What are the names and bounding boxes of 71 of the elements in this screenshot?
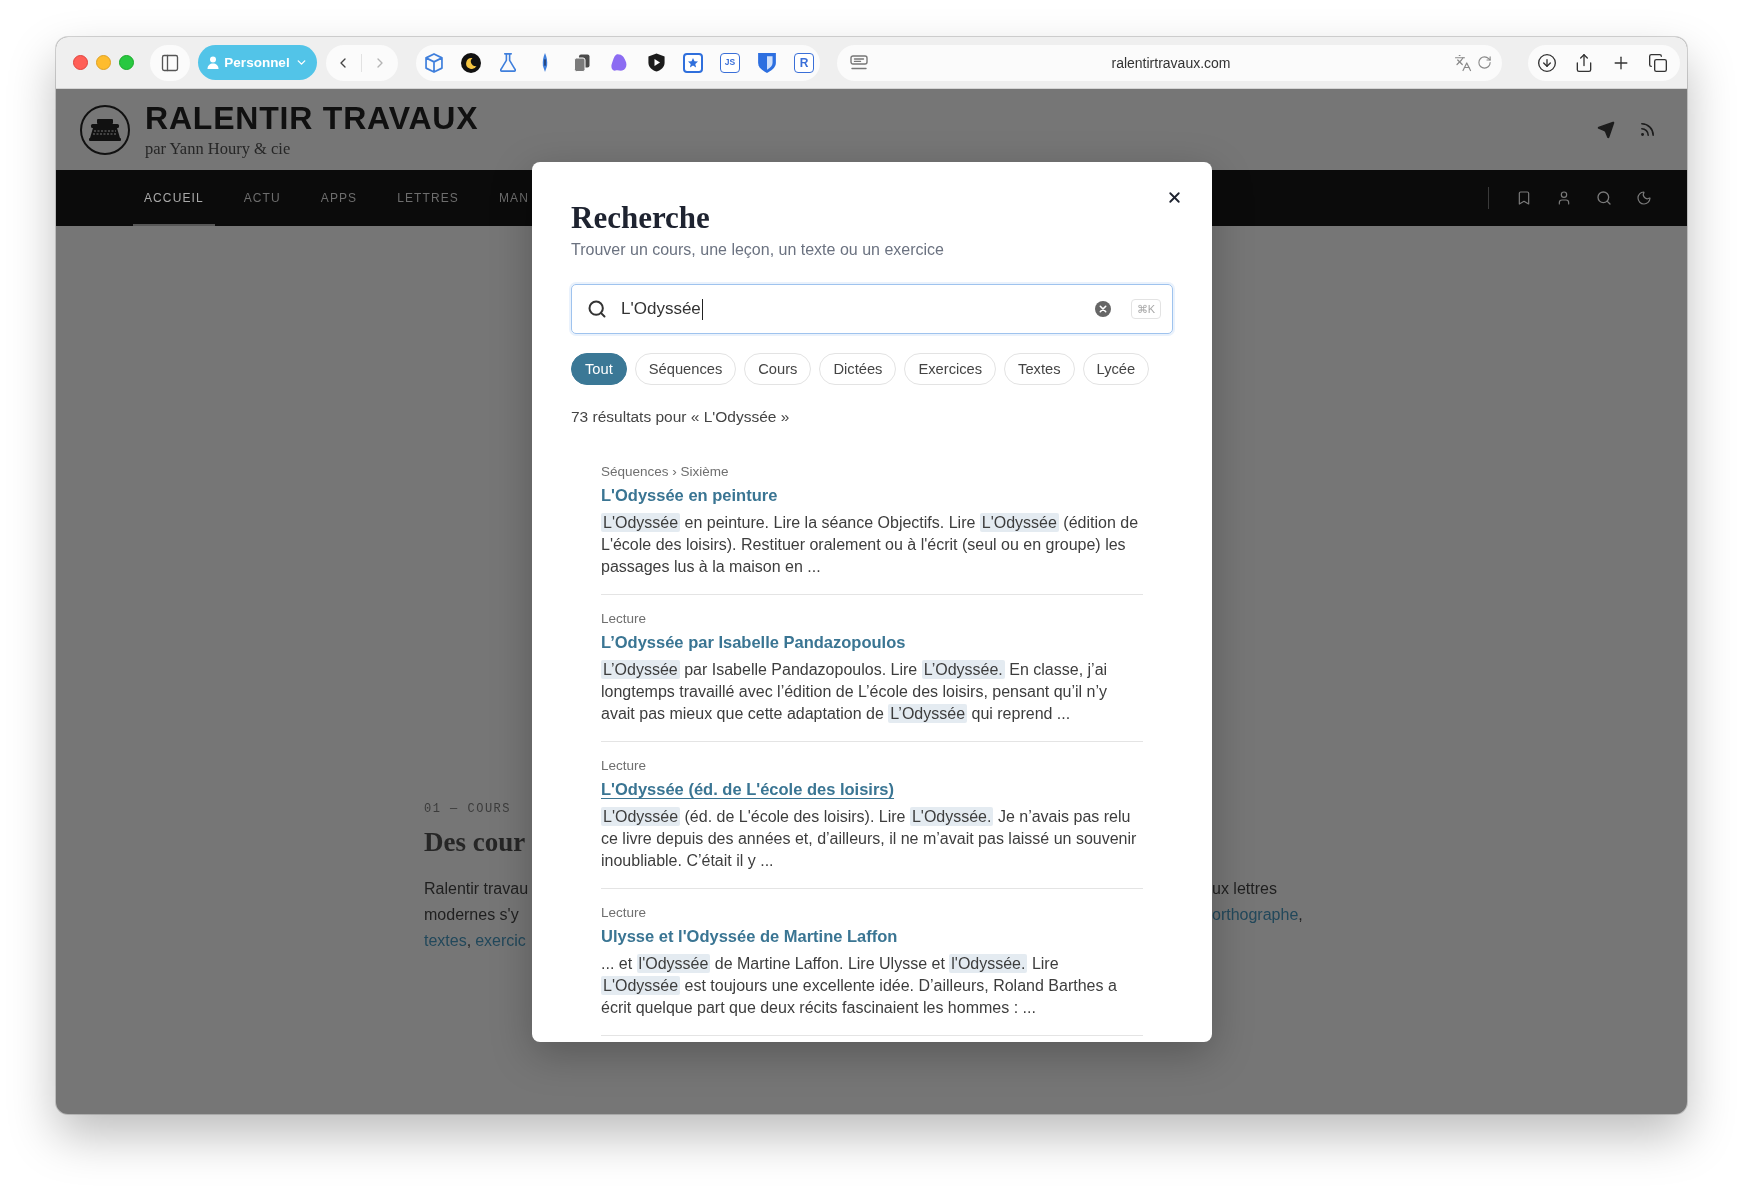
shield-icon[interactable] xyxy=(758,52,776,73)
body-text: modernes s'y xyxy=(424,906,519,924)
extension-button[interactable]: R xyxy=(794,52,814,73)
result-title-link[interactable]: L'Odyssée (éd. de L'école des loisirs) xyxy=(601,778,895,800)
nav-link[interactable]: ACCUEIL xyxy=(133,170,215,226)
site-title[interactable]: RALENTIR TRAVAUX xyxy=(145,100,479,136)
result-title-link[interactable]: L'Odyssée en peinture xyxy=(601,484,778,506)
body-text: , xyxy=(466,932,472,950)
user-icon[interactable] xyxy=(1556,190,1572,206)
filter-chip[interactable]: Lycée xyxy=(1082,353,1150,385)
person-icon xyxy=(207,56,220,69)
rss-icon[interactable] xyxy=(1639,121,1656,138)
section-heading: Des cour xyxy=(424,826,527,859)
reader-icon[interactable] xyxy=(850,55,868,70)
star-square-icon[interactable] xyxy=(683,52,703,73)
extension-button[interactable]: JS xyxy=(720,52,740,73)
nav-link[interactable]: APPS xyxy=(309,170,369,226)
text-cursor-icon xyxy=(701,298,704,320)
sidebar-icon xyxy=(160,52,180,73)
typewriter-icon xyxy=(80,104,130,155)
search-icon[interactable] xyxy=(1596,190,1612,206)
close-icon[interactable] xyxy=(1166,189,1183,206)
result-category: Lecture xyxy=(601,758,647,773)
filter-chip[interactable]: Exercices xyxy=(904,353,997,385)
result-category: Séquences › Sixième xyxy=(601,464,729,479)
paper-plane-icon[interactable] xyxy=(1597,120,1615,139)
flask-icon[interactable] xyxy=(500,53,516,72)
filter-chip[interactable]: Textes xyxy=(1004,353,1075,385)
result-snippet: L'Odyssée en peinture. Lire la séance Objectifs. Lire L'Odyssée (édition de L'école des loisirs). Restituer oralement ou à l'écrit (seul ou en groupe) les passages lus à la maison en ... xyxy=(601,512,1139,577)
clear-icon[interactable] xyxy=(1094,301,1111,317)
bookmark-icon[interactable] xyxy=(1516,190,1532,206)
search-query: L'Odyssée xyxy=(621,298,701,320)
play-shield-icon[interactable] xyxy=(647,53,665,72)
download-icon[interactable] xyxy=(1537,52,1557,73)
dialog-title: Recherche xyxy=(571,199,710,236)
blob-icon[interactable] xyxy=(611,54,627,71)
cube-icon[interactable] xyxy=(425,52,443,73)
filter-chip[interactable]: Cours xyxy=(744,353,812,385)
result-count: 73 résultats pour « L'Odyssée » xyxy=(571,407,790,427)
address-bar[interactable]: ralentirtravaux.com xyxy=(837,44,1502,81)
moon-icon[interactable] xyxy=(461,52,481,73)
url-text: ralentirtravaux.com xyxy=(1111,54,1231,71)
result-category: Lecture xyxy=(601,611,647,626)
nav-link[interactable]: ACTU xyxy=(232,170,292,226)
pen-icon[interactable] xyxy=(542,53,548,72)
site-tagline: par Yann Houry & cie xyxy=(145,139,291,159)
close-window-button[interactable] xyxy=(73,55,88,70)
result-category: Lecture xyxy=(601,905,647,920)
result-snippet: L’Odyssée par Isabelle Pandazopoulos. Lire L’Odyssée. En classe, j’ai longtemps travaillé avec l’édition de L’école des loisirs, pensant qu’il n’y avait pas mieux que cette adaptation de L’Odyssée qui reprend ... xyxy=(601,659,1108,725)
result-title-link[interactable]: Ulysse et l'Odyssée de Martine Laffon xyxy=(601,925,898,947)
search-icon xyxy=(587,299,607,319)
body-text: ux lettres xyxy=(1212,880,1277,898)
reload-icon[interactable] xyxy=(1477,55,1492,70)
share-icon[interactable] xyxy=(1574,52,1594,73)
filter-chip[interactable]: Dictées xyxy=(819,353,897,385)
result-snippet: L'Odyssée (éd. de L'école des loisirs). Lire L'Odyssée. Je n’avais pas relu ce livre depuis des années et, d’ailleurs, il ne m’avait pas laissé un souvenir inoubliable. C’était il y ... xyxy=(601,806,1137,871)
sidebar-button[interactable] xyxy=(150,44,190,81)
search-field[interactable]: L'Odyssée ⌘K xyxy=(571,284,1173,334)
copy-icon[interactable] xyxy=(574,53,590,72)
dialog-subtitle: Trouver un cours, une leçon, un texte ou un exercice xyxy=(571,240,944,260)
filter-chip[interactable]: Séquences xyxy=(634,353,737,385)
tabs-icon[interactable] xyxy=(1648,52,1668,73)
body-text: , xyxy=(1298,906,1303,924)
section-label: 01 — COURS xyxy=(424,801,512,817)
translate-icon[interactable] xyxy=(1454,53,1472,72)
body-text: Ralentir travau xyxy=(424,880,529,898)
filter-chip[interactable]: Tout xyxy=(571,353,627,385)
shortcut-hint: ⌘K xyxy=(1130,299,1161,319)
result-title-link[interactable]: L’Odyssée par Isabelle Pandazopoulos xyxy=(601,631,906,653)
nav-link[interactable]: LETTRES xyxy=(386,170,470,226)
result-snippet: ... et l'Odyssée de Martine Laffon. Lire Ulysse et l'Odyssée. Lire L'Odyssée est toujours une excellente idée. D’ailleurs, Roland Barthes a écrit quelque part que deux récits fascinaient les hommes : ... xyxy=(601,953,1117,1018)
